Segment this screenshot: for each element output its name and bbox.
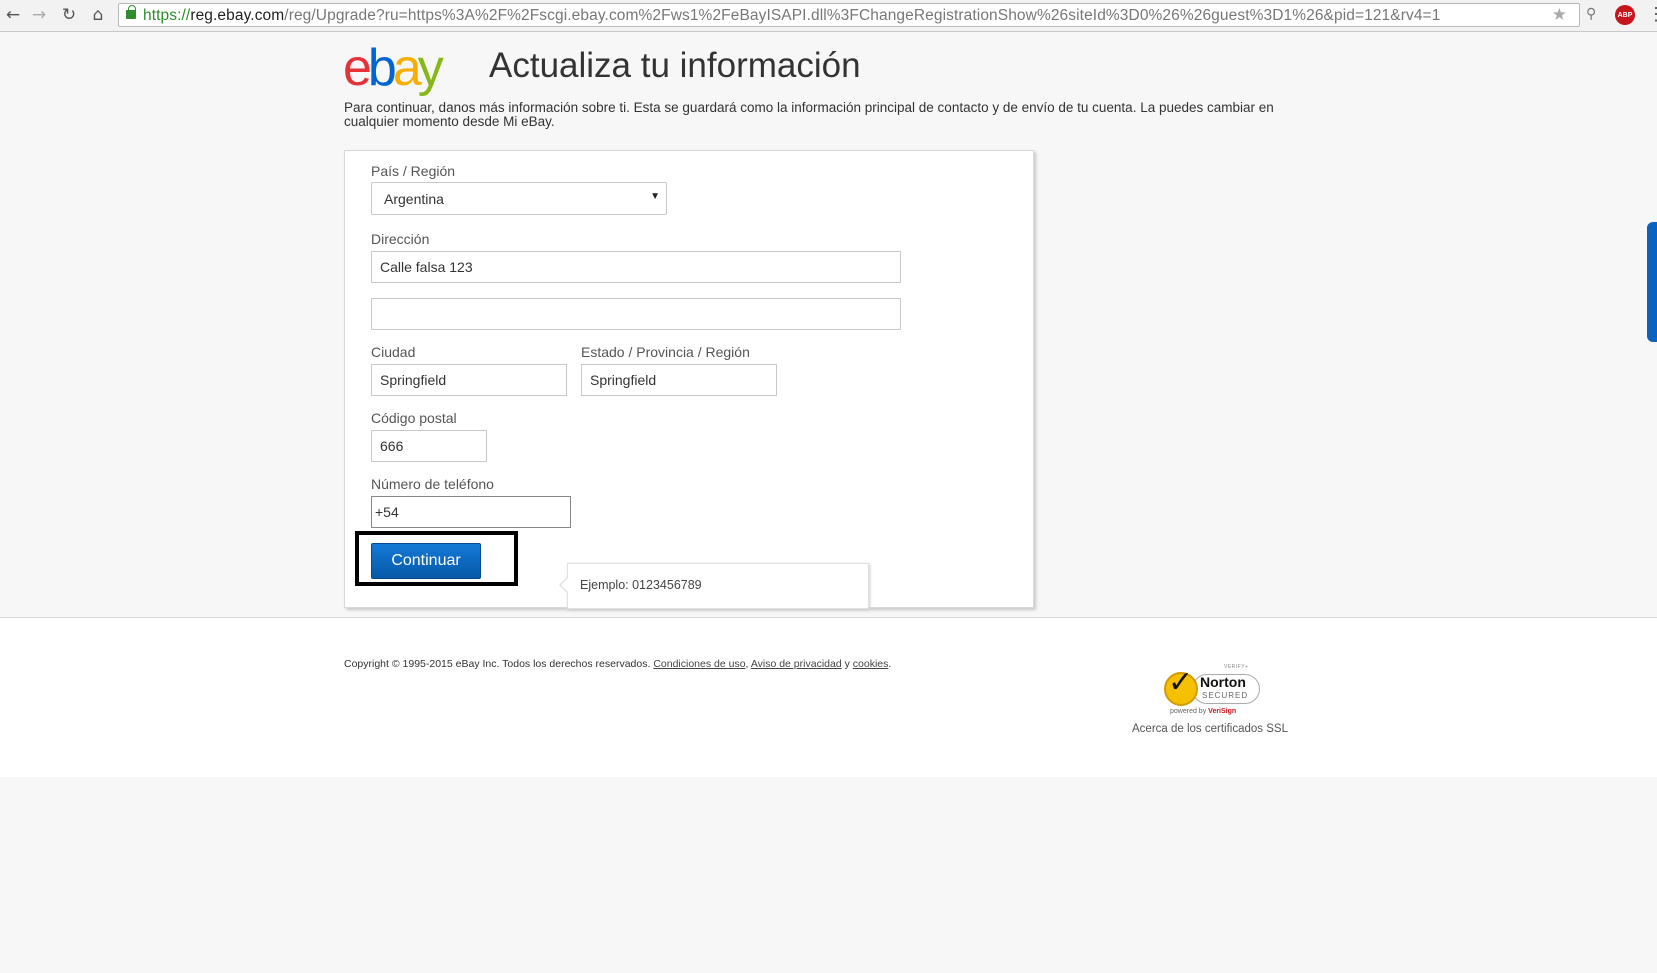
adblock-icon[interactable]: ABP	[1615, 5, 1635, 25]
continue-button[interactable]: Continuar	[371, 543, 481, 579]
logo-letter-b: b	[367, 39, 397, 97]
country-value: Argentina	[384, 191, 444, 207]
url-host: reg.ebay.com	[190, 7, 285, 24]
city-label: Ciudad	[371, 344, 416, 360]
address-bar[interactable]: https://reg.ebay.com/reg/Upgrade?ru=http…	[118, 3, 1580, 27]
lock-icon	[126, 5, 136, 19]
country-label: País / Región	[371, 163, 456, 179]
reload-icon[interactable]: ↻	[58, 4, 80, 26]
powered-by-text: powered by	[1170, 708, 1207, 715]
dropdown-arrow-icon: ▼	[650, 191, 660, 202]
forward-icon[interactable]: →	[28, 4, 50, 26]
copyright-text: Copyright © 1995-2015 eBay Inc. Todos lo…	[344, 658, 891, 670]
star-icon[interactable]: ★	[1552, 5, 1567, 25]
separator-and: y	[844, 658, 850, 670]
key-icon[interactable]: ⚲	[1586, 6, 1596, 22]
home-icon[interactable]: ⌂	[87, 4, 109, 26]
norton-verify-label: VERIFY+	[1224, 664, 1249, 670]
copyright-notice: Copyright © 1995-2015 eBay Inc. Todos lo…	[344, 658, 651, 670]
footer: Copyright © 1995-2015 eBay Inc. Todos lo…	[0, 617, 1657, 777]
separator-period: .	[888, 658, 892, 670]
cookies-link[interactable]: cookies	[853, 658, 889, 670]
ssl-certificates-link[interactable]: Acerca de los certificados SSL	[1132, 723, 1288, 735]
norton-powered-by: powered by VeriSign	[1170, 708, 1236, 715]
city-input[interactable]	[371, 364, 567, 396]
intro-text: Para continuar, danos más información so…	[344, 100, 1274, 129]
separator-comma: ,	[745, 658, 749, 670]
verisign-text: VeriSign	[1208, 708, 1237, 715]
privacy-link[interactable]: Aviso de privacidad	[751, 658, 842, 670]
country-select[interactable]: Argentina ▼	[371, 182, 667, 215]
norton-secured-label: SECURED	[1202, 691, 1249, 700]
url-scheme: https://	[143, 7, 191, 24]
back-icon[interactable]: ←	[2, 4, 24, 26]
terms-link[interactable]: Condiciones de uso	[653, 658, 745, 670]
feedback-side-tab[interactable]	[1647, 222, 1657, 342]
registration-form: País / Región Argentina ▼ Dirección Ciud…	[344, 150, 1034, 609]
norton-name: Norton	[1200, 674, 1246, 690]
logo-letter-y: y	[417, 39, 444, 97]
phone-label: Número de teléfono	[371, 476, 494, 492]
state-input[interactable]	[581, 364, 777, 396]
address-line2-input[interactable]	[371, 298, 901, 330]
page-title: Actualiza tu información	[489, 46, 861, 85]
ebay-logo[interactable]: ebay	[343, 38, 444, 98]
zip-label: Código postal	[371, 410, 457, 426]
url-text[interactable]: https://reg.ebay.com/reg/Upgrade?ru=http…	[143, 7, 1440, 25]
browser-toolbar: ← → ↻ ⌂ https://reg.ebay.com/reg/Upgrade…	[0, 0, 1657, 32]
address-label: Dirección	[371, 231, 430, 247]
logo-letter-a: a	[392, 39, 422, 97]
zip-input[interactable]	[371, 430, 487, 462]
phone-hint-tooltip: Ejemplo: 0123456789	[559, 563, 869, 609]
phone-input[interactable]	[371, 496, 571, 528]
menu-icon[interactable]: ⋮	[1647, 4, 1657, 25]
address-line1-input[interactable]	[371, 251, 901, 283]
logo-letter-e: e	[343, 39, 372, 97]
checkmark-icon: ✓	[1168, 665, 1194, 700]
norton-secured-badge[interactable]: VERIFY+ ✓ Norton SECURED powered by Veri…	[1158, 660, 1268, 716]
state-label: Estado / Provincia / Región	[581, 344, 750, 360]
url-path: /reg/Upgrade?ru=https%3A%2F%2Fscgi.ebay.…	[284, 7, 1441, 24]
